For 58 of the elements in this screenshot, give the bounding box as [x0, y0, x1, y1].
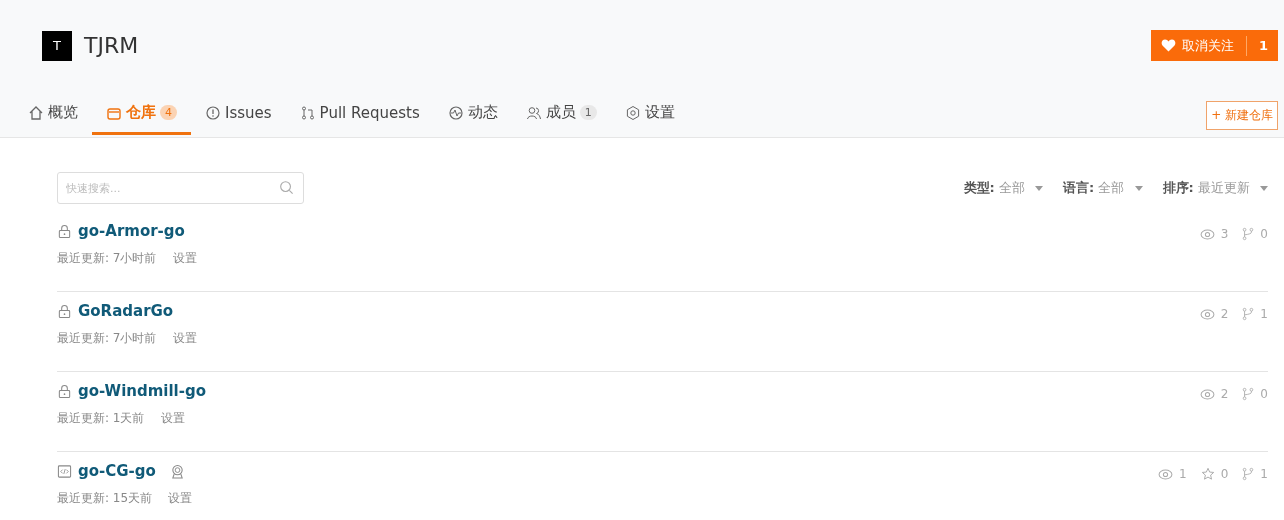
- fork-icon: [1242, 467, 1255, 481]
- updated-time: 最近更新: 7小时前: [57, 250, 157, 267]
- award-icon: [169, 463, 185, 479]
- code-file-icon: [57, 463, 72, 479]
- lock-icon: [57, 303, 72, 319]
- settings-link[interactable]: 设置: [172, 330, 197, 347]
- eye-icon: [1199, 228, 1215, 240]
- lock-icon: [57, 223, 72, 239]
- stat-count: 1: [1260, 307, 1268, 321]
- nav-tab[interactable]: 设置: [610, 95, 689, 135]
- org-name: TJRM: [84, 33, 139, 58]
- branch-icon: [299, 104, 316, 121]
- fork-icon: [1242, 387, 1255, 401]
- settings-link[interactable]: 设置: [168, 490, 193, 507]
- eye-icon: [1199, 308, 1215, 320]
- nav-tab[interactable]: Pull Requests: [285, 95, 434, 135]
- stat-count: 3: [1220, 227, 1229, 241]
- caret-icon: [1260, 186, 1268, 191]
- stat-count: 2: [1220, 307, 1229, 321]
- filter-dropdown[interactable]: 语言: 全部: [1063, 179, 1143, 197]
- eye-icon: [1199, 388, 1215, 400]
- org-avatar: T: [42, 30, 72, 61]
- updated-time: 最近更新: 1天前: [57, 410, 145, 427]
- settings-link[interactable]: 设置: [172, 250, 197, 267]
- stat-count: 1: [1179, 467, 1187, 481]
- fork-icon: [1242, 307, 1255, 321]
- filter-dropdown[interactable]: 类型: 全部: [963, 179, 1044, 197]
- gear-icon: [624, 104, 641, 121]
- home-icon: [28, 104, 44, 121]
- updated-time: 最近更新: 15天前: [57, 490, 153, 507]
- stat-count: 0: [1220, 467, 1229, 481]
- settings-link[interactable]: 设置: [160, 410, 185, 427]
- filter-dropdown[interactable]: 排序: 最近更新: [1162, 179, 1268, 197]
- stat-count: 0: [1260, 227, 1268, 241]
- nav-tab[interactable]: 成员 1: [511, 95, 611, 135]
- stat-count: 2: [1220, 387, 1229, 401]
- heart-icon: [1160, 39, 1176, 52]
- lock-icon: [57, 383, 72, 399]
- nav-tab[interactable]: 概览: [14, 95, 92, 135]
- nav-tab[interactable]: 动态: [433, 95, 512, 135]
- repo-name-link[interactable]: go-CG-go: [78, 462, 156, 480]
- repo-name-link[interactable]: go-Armor-go: [78, 222, 185, 240]
- stat-count: 1: [1260, 467, 1268, 481]
- search-field[interactable]: 快速搜索...: [57, 172, 304, 204]
- updated-time: 最近更新: 7小时前: [57, 330, 157, 347]
- eye-icon: [1158, 468, 1174, 480]
- alert-icon: [205, 104, 221, 121]
- pulse-icon: [447, 104, 464, 121]
- users-icon: [525, 104, 542, 121]
- search-icon: [279, 180, 294, 195]
- repo-name-link[interactable]: GoRadarGo: [78, 302, 174, 320]
- star-icon: [1200, 467, 1215, 481]
- repo-name-link[interactable]: go-Windmill-go: [78, 382, 207, 400]
- caret-icon: [1134, 186, 1143, 191]
- nav-tab[interactable]: Issues: [191, 95, 286, 135]
- fork-icon: [1242, 227, 1255, 241]
- stat-count: 0: [1260, 387, 1268, 401]
- caret-icon: [1035, 186, 1044, 191]
